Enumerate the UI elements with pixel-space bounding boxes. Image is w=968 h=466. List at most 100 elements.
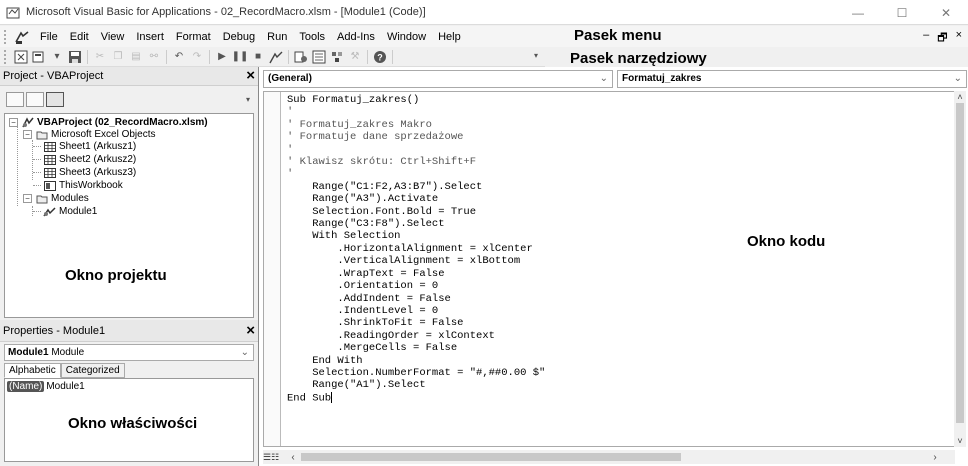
- code-line[interactable]: Selection.Font.Bold = True: [287, 206, 545, 218]
- code-line[interactable]: .IndentLevel = 0: [287, 305, 545, 317]
- toolbar-options-icon[interactable]: ▾: [534, 51, 542, 63]
- scrollbar-thumb[interactable]: [956, 103, 964, 423]
- tree-item-sheet1[interactable]: Sheet1 (Arkusz1): [43, 140, 136, 153]
- object-browser-icon[interactable]: [329, 49, 345, 65]
- code-line[interactable]: ' Klawisz skrótu: Ctrl+Shift+F: [287, 156, 545, 168]
- code-line[interactable]: .MergeCells = False: [287, 342, 545, 354]
- tree-item-thisworkbook[interactable]: ThisWorkbook: [43, 179, 123, 192]
- horizontal-scrollbar[interactable]: ☰☷ ‹ ›: [263, 450, 955, 464]
- code-line[interactable]: ': [287, 106, 545, 118]
- code-line[interactable]: .Orientation = 0: [287, 280, 545, 292]
- menu-tools[interactable]: Tools: [293, 31, 331, 43]
- code-line[interactable]: .VerticalAlignment = xlBottom: [287, 255, 545, 267]
- code-line[interactable]: Range("C1:F2,A3:B7").Select: [287, 181, 545, 193]
- collapse-toggle-icon[interactable]: −: [9, 118, 18, 127]
- mdi-minimize-button[interactable]: –: [923, 29, 929, 48]
- view-excel-icon[interactable]: [13, 49, 29, 65]
- view-code-button[interactable]: [6, 91, 24, 107]
- menu-debug[interactable]: Debug: [217, 31, 261, 43]
- menu-edit[interactable]: Edit: [64, 31, 95, 43]
- menu-format[interactable]: Format: [170, 31, 217, 43]
- toggle-folders-button[interactable]: [46, 91, 64, 107]
- redo-icon[interactable]: ↷: [189, 49, 205, 65]
- properties-window-icon[interactable]: [311, 49, 327, 65]
- code-line[interactable]: ' Formatuje dane sprzedażowe: [287, 131, 545, 143]
- collapse-toggle-icon[interactable]: −: [23, 194, 32, 203]
- find-icon[interactable]: ⚯: [146, 49, 162, 65]
- scroll-up-icon[interactable]: ˄: [954, 91, 966, 103]
- view-object-button[interactable]: [26, 91, 44, 107]
- scroll-left-icon[interactable]: ‹: [287, 452, 299, 463]
- code-line[interactable]: .WrapText = False: [287, 268, 545, 280]
- procedure-combo[interactable]: Formatuj_zakres ⌄: [617, 70, 967, 88]
- scroll-right-icon[interactable]: ›: [929, 452, 941, 463]
- toolbar-grip[interactable]: [4, 49, 8, 64]
- maximize-button[interactable]: ☐: [880, 0, 924, 25]
- properties-close-button[interactable]: ×: [246, 322, 255, 340]
- tree-item-module1[interactable]: Module1: [43, 205, 97, 218]
- tree-item-sheet3[interactable]: Sheet3 (Arkusz3): [43, 166, 136, 179]
- menu-run[interactable]: Run: [261, 31, 293, 43]
- close-button[interactable]: ✕: [924, 0, 968, 25]
- excel-view-icon[interactable]: [14, 29, 30, 45]
- scrollbar-thumb[interactable]: [301, 453, 681, 461]
- code-line[interactable]: .ReadingOrder = xlContext: [287, 330, 545, 342]
- save-icon[interactable]: [67, 49, 83, 65]
- minimize-button[interactable]: —: [836, 0, 880, 25]
- code-line[interactable]: End With: [287, 355, 545, 367]
- procedure-view-icon[interactable]: ☰☷: [263, 452, 287, 463]
- code-line[interactable]: ': [287, 168, 545, 180]
- paste-icon[interactable]: ▤: [128, 49, 144, 65]
- code-line[interactable]: End Sub: [287, 391, 545, 405]
- code-line[interactable]: Selection.NumberFormat = "#,##0.00 $": [287, 367, 545, 379]
- code-gutter[interactable]: [264, 92, 281, 446]
- break-icon[interactable]: ❚❚: [232, 49, 249, 65]
- cut-icon[interactable]: ✂: [92, 49, 108, 65]
- mdi-restore-button[interactable]: 🗗: [937, 29, 947, 48]
- code-line[interactable]: .AddIndent = False: [287, 293, 545, 305]
- code-line[interactable]: .ShrinkToFit = False: [287, 317, 545, 329]
- code-line[interactable]: Range("A3").Activate: [287, 193, 545, 205]
- code-line[interactable]: Range("C3:F8").Select: [287, 218, 545, 230]
- project-scroll-arrow-icon[interactable]: ▾: [246, 95, 254, 107]
- scroll-down-icon[interactable]: ˅: [954, 435, 966, 447]
- project-explorer-icon[interactable]: [293, 49, 309, 65]
- code-line[interactable]: .HorizontalAlignment = xlCenter: [287, 243, 545, 255]
- menu-add-ins[interactable]: Add-Ins: [331, 31, 381, 43]
- object-selector-dropdown[interactable]: Module1 Module ⌄: [4, 344, 254, 361]
- code-line[interactable]: ': [287, 144, 545, 156]
- design-mode-icon[interactable]: [268, 49, 284, 65]
- code-line[interactable]: With Selection: [287, 230, 545, 242]
- property-row-name[interactable]: (Name) Module1: [7, 381, 85, 392]
- reset-icon[interactable]: ■: [250, 49, 266, 65]
- menu-insert[interactable]: Insert: [130, 31, 170, 43]
- code-line[interactable]: ' Formatuj_zakres Makro: [287, 119, 545, 131]
- toolbox-icon[interactable]: ⚒: [347, 49, 363, 65]
- menu-file[interactable]: File: [34, 31, 64, 43]
- collapse-toggle-icon[interactable]: −: [23, 130, 32, 139]
- tab-alphabetic[interactable]: Alphabetic: [4, 363, 61, 378]
- code-editor[interactable]: Sub Formatuj_zakres() ' ' Formatuj_zakres …: [263, 91, 955, 447]
- code-line[interactable]: Range("A1").Select: [287, 379, 545, 391]
- mdi-close-button[interactable]: ×: [956, 29, 962, 48]
- object-combo[interactable]: (General) ⌄: [263, 70, 613, 88]
- undo-icon[interactable]: ↶: [171, 49, 187, 65]
- menubar-grip[interactable]: [4, 29, 8, 44]
- tree-item-modules[interactable]: − Modules: [23, 192, 89, 205]
- copy-icon[interactable]: ❐: [110, 49, 126, 65]
- dropdown-arrow-icon[interactable]: ▾: [49, 49, 65, 65]
- menu-window[interactable]: Window: [381, 31, 432, 43]
- code-line[interactable]: Sub Formatuj_zakres(): [287, 94, 545, 106]
- title-bar: Microsoft Visual Basic for Applications …: [0, 0, 968, 25]
- tab-categorized[interactable]: Categorized: [60, 363, 125, 378]
- help-icon[interactable]: ?: [372, 49, 388, 65]
- property-value[interactable]: Module1: [46, 381, 84, 392]
- menu-view[interactable]: View: [95, 31, 131, 43]
- run-icon[interactable]: ▶: [214, 49, 230, 65]
- project-close-button[interactable]: ×: [246, 67, 255, 85]
- tree-item-sheet2[interactable]: Sheet2 (Arkusz2): [43, 153, 136, 166]
- menu-help[interactable]: Help: [432, 31, 467, 43]
- insert-userform-icon[interactable]: [31, 49, 47, 65]
- code-text[interactable]: Sub Formatuj_zakres() ' ' Formatuj_zakres …: [287, 94, 545, 404]
- vertical-scrollbar[interactable]: ˄ ˅: [954, 91, 966, 447]
